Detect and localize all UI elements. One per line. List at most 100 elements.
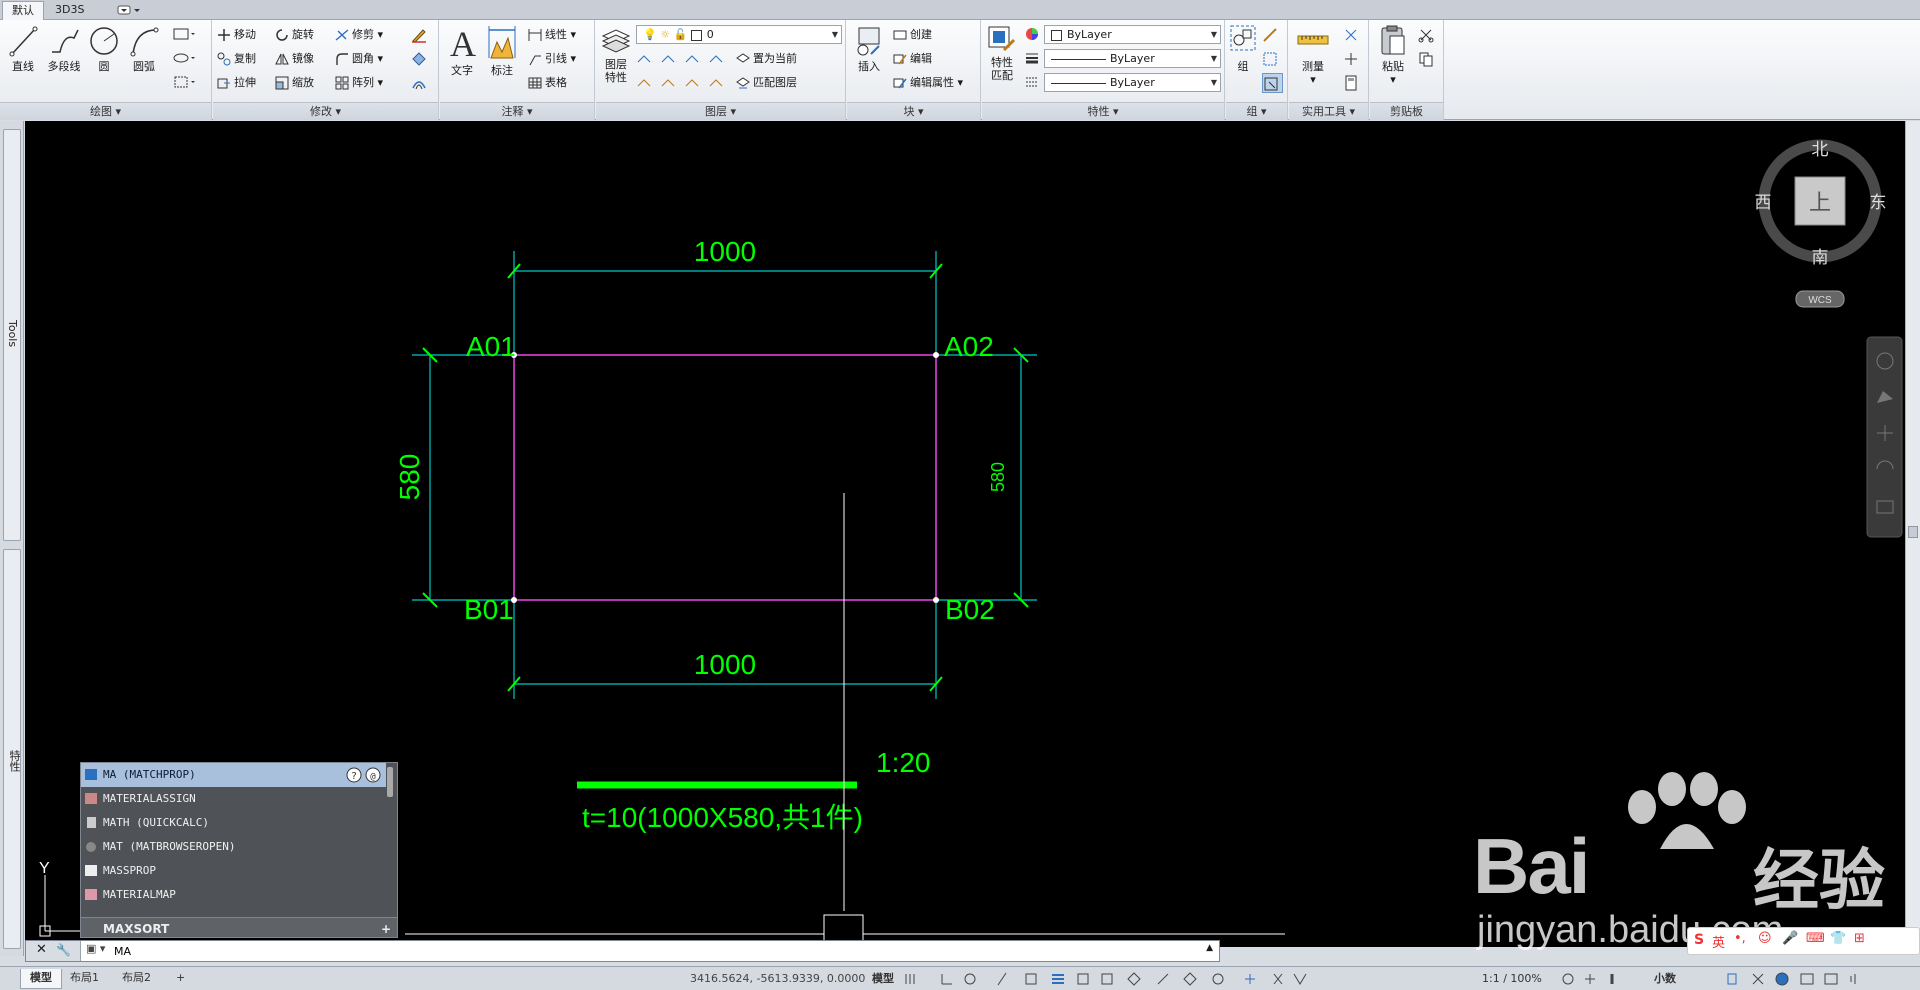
linear-dim-button[interactable]: 线性 ▾ — [528, 25, 576, 45]
wcs-button[interactable]: WCS — [1808, 295, 1832, 306]
edit-block-button[interactable]: 编辑 — [893, 49, 932, 69]
table-button[interactable]: 表格 — [528, 73, 567, 93]
tab-3d3s[interactable]: 3D3S — [46, 1, 93, 20]
panel-draw-title[interactable]: 绘图 ▾ — [0, 102, 211, 120]
group-edit-button[interactable] — [1262, 49, 1281, 69]
tool-palette-strip[interactable]: Tools — [3, 129, 21, 541]
tab-layout2[interactable]: 布局2 — [113, 969, 160, 989]
tab-overflow-button[interactable] — [110, 1, 144, 20]
command-prompt-icon[interactable]: ▣ ▾ — [86, 942, 105, 955]
help-icon[interactable]: ? @ — [346, 767, 382, 783]
vertex-a02[interactable] — [933, 352, 939, 358]
linetype-button[interactable] — [1024, 72, 1043, 92]
workspace-toggles[interactable] — [1560, 971, 1650, 987]
panel-properties-title[interactable]: 特性 ▾ — [982, 102, 1224, 120]
rectangle-button[interactable] — [172, 24, 199, 44]
ime-punctuation-icon[interactable]: •, — [1734, 931, 1746, 946]
drafting-toggles[interactable] — [902, 971, 1472, 987]
ime-voice-icon[interactable]: 🎤 — [1782, 931, 1798, 946]
plus-icon[interactable]: + — [381, 918, 391, 937]
vertical-scrollbar[interactable] — [1905, 121, 1920, 947]
layer-dropdown[interactable]: 💡 ☼ 🔓 0 ▼ — [636, 25, 842, 44]
properties-palette-strip[interactable]: 特性 — [3, 549, 21, 949]
arc-button[interactable]: 圆弧 — [124, 24, 164, 73]
panel-modify-title[interactable]: 修改 ▾ — [213, 102, 438, 120]
panel-utilities-title[interactable]: 实用工具 ▾ — [1289, 102, 1368, 120]
match-properties-button[interactable]: 特性 匹配 — [984, 24, 1020, 82]
status-tray-icons[interactable] — [1725, 971, 1920, 987]
copy-button[interactable]: 复制 — [217, 49, 256, 69]
match-layer-button[interactable]: 匹配图层 — [736, 73, 797, 93]
panel-block-title[interactable]: 块 ▾ — [847, 102, 980, 120]
autocomplete-item[interactable]: MATERIALMAP — [81, 883, 386, 907]
panel-groups-title[interactable]: 组 ▾ — [1226, 102, 1287, 120]
ime-toolbox-icon[interactable]: ⊞ — [1854, 931, 1865, 946]
panel-layers-title[interactable]: 图层 ▾ — [596, 102, 845, 120]
edit-attributes-button[interactable]: 编辑属性 ▾ — [893, 73, 963, 93]
copy-clip-button[interactable] — [1418, 49, 1437, 69]
tab-default[interactable]: 默认 — [2, 1, 44, 20]
layer-tools-row2[interactable] — [636, 73, 735, 93]
annotation-scale-value[interactable]: 1:1 / 100% — [1482, 970, 1542, 988]
command-input[interactable] — [114, 942, 1194, 960]
plate-rectangle[interactable] — [513, 354, 937, 601]
tab-model[interactable]: 模型 — [20, 969, 62, 989]
command-history-toggle[interactable]: ▲ — [1206, 943, 1213, 953]
measure-button[interactable]: 测量 ▾ — [1293, 24, 1333, 86]
ime-skin-icon[interactable]: 👕 — [1830, 931, 1846, 946]
ime-emoji-icon[interactable]: ☺ — [1758, 931, 1772, 946]
dimension-right[interactable] — [936, 347, 1037, 608]
dimension-left[interactable] — [412, 347, 514, 608]
group-button[interactable]: 组 — [1228, 24, 1258, 73]
scrollbar-thumb[interactable] — [1908, 526, 1918, 538]
ime-keyboard-icon[interactable]: ⌨ — [1806, 931, 1825, 946]
autocomplete-item[interactable]: MASSPROP — [81, 859, 386, 883]
navigation-bar[interactable] — [1866, 336, 1903, 538]
layer-tools-row1[interactable] — [636, 49, 735, 69]
paste-button[interactable]: 粘贴 ▾ — [1374, 24, 1412, 86]
region-button[interactable] — [172, 72, 199, 92]
model-space-button[interactable]: 模型 — [872, 970, 894, 988]
autocomplete-item[interactable]: MATERIALASSIGN — [81, 787, 386, 811]
text-button[interactable]: A 文字 — [444, 24, 480, 77]
create-block-button[interactable]: 创建 — [893, 25, 932, 45]
lineweight-button[interactable] — [1024, 48, 1043, 68]
insert-button[interactable]: 插入 — [851, 24, 887, 73]
scale-button[interactable]: 缩放 — [275, 73, 314, 93]
autocomplete-item[interactable]: MAT (MATBROWSEROPEN) — [81, 835, 386, 859]
dimension-button[interactable]: 标注 — [484, 24, 520, 77]
point-button[interactable] — [1343, 49, 1362, 69]
autocomplete-scrollbar[interactable] — [387, 767, 393, 797]
color-wheel-button[interactable] — [1024, 24, 1043, 44]
panel-annotation-title[interactable]: 注释 ▾ — [440, 102, 594, 120]
panel-clipboard-title[interactable]: 剪贴板 — [1370, 102, 1443, 120]
cut-button[interactable] — [1418, 25, 1437, 45]
erase-button[interactable] — [411, 25, 430, 45]
ungroup-button[interactable] — [1262, 25, 1281, 45]
linetype-dropdown[interactable]: ByLayer ▼ — [1044, 73, 1221, 92]
viewcube-east[interactable]: 东 — [1870, 193, 1887, 212]
viewcube-north[interactable]: 北 — [1812, 140, 1829, 159]
trim-button[interactable]: 修剪 ▾ — [335, 25, 383, 45]
color-dropdown[interactable]: ByLayer ▼ — [1044, 25, 1221, 44]
circle-button[interactable]: 圆 — [86, 24, 122, 73]
line-button[interactable]: 直线 — [4, 24, 42, 73]
tab-layout1[interactable]: 布局1 — [61, 969, 108, 989]
group-selection-toggle[interactable] — [1262, 73, 1283, 93]
leader-button[interactable]: 引线 ▾ — [528, 49, 576, 69]
quick-select-button[interactable] — [1343, 25, 1362, 45]
lineweight-dropdown[interactable]: ByLayer ▼ — [1044, 49, 1221, 68]
ime-language[interactable]: 英 — [1712, 932, 1725, 951]
fillet-button[interactable]: 圆角 ▾ — [335, 49, 383, 69]
rotate-button[interactable]: 旋转 — [275, 25, 314, 45]
units-value[interactable]: 小数 — [1654, 970, 1676, 988]
viewcube-west[interactable]: 西 — [1755, 193, 1772, 212]
autocomplete-item[interactable]: MATH (QUICKCALC) — [81, 811, 386, 835]
add-layout-button[interactable]: + — [170, 969, 191, 989]
mirror-button[interactable]: 镜像 — [275, 49, 314, 69]
move-button[interactable]: 移动 — [217, 25, 256, 45]
viewcube-south[interactable]: 南 — [1812, 248, 1829, 267]
close-icon[interactable]: ✕ — [36, 942, 47, 957]
offset-button[interactable] — [411, 73, 430, 93]
array-button[interactable]: 阵列 ▾ — [335, 73, 383, 93]
